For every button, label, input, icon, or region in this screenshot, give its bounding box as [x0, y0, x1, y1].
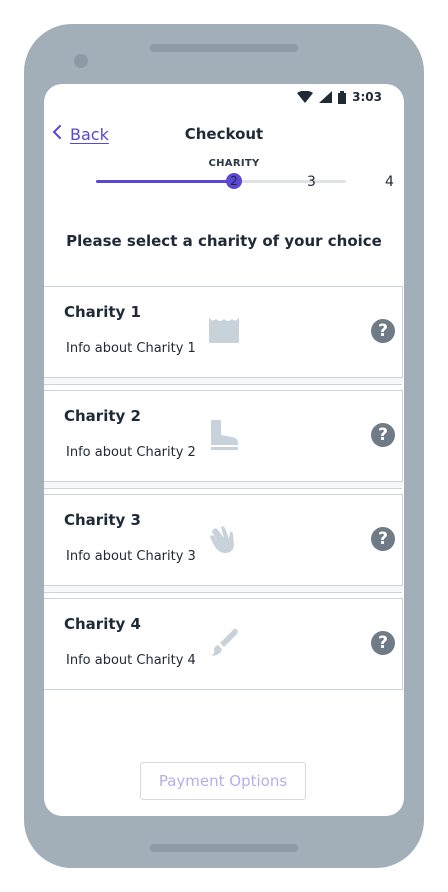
- clapping-hands-icon: [208, 523, 240, 555]
- status-bar: 3:03: [297, 90, 382, 104]
- paintbrush-icon: [208, 627, 240, 659]
- charity-name: Charity 4: [64, 615, 141, 633]
- current-step-number: 2: [230, 174, 238, 188]
- wifi-icon: [297, 91, 314, 103]
- help-button[interactable]: ?: [371, 631, 395, 655]
- help-button[interactable]: ?: [371, 527, 395, 551]
- current-step-caption: CHARITY: [208, 158, 260, 169]
- phone-home-bar: [150, 844, 298, 852]
- charity-name: Charity 2: [64, 407, 141, 425]
- charity-card-4[interactable]: Charity 4 Info about Charity 4 ?: [44, 598, 403, 690]
- help-button[interactable]: ?: [371, 319, 395, 343]
- charity-card-1[interactable]: Charity 1 Info about Charity 1 ?: [44, 286, 403, 385]
- screen: 3:03 Back Checkout CHARITY 2 3 4 Please …: [44, 84, 404, 816]
- charity-info: Info about Charity 1: [66, 341, 196, 356]
- selection-prompt: Please select a charity of your choice: [66, 232, 382, 250]
- charity-card-2[interactable]: Charity 2 Info about Charity 2 ?: [44, 390, 403, 489]
- payment-options-button[interactable]: Payment Options: [140, 762, 306, 800]
- progress-stepper: CHARITY 2 3 4: [96, 156, 394, 192]
- stepper-progress-fill: [96, 180, 233, 183]
- charity-info: Info about Charity 4: [66, 653, 196, 668]
- status-time: 3:03: [352, 90, 382, 104]
- water-icon: [208, 315, 240, 347]
- step-4: 4: [385, 174, 394, 190]
- charity-info: Info about Charity 3: [66, 549, 196, 564]
- current-step-indicator: 2: [226, 173, 242, 189]
- phone-camera: [74, 54, 88, 68]
- charity-name: Charity 3: [64, 511, 141, 529]
- charity-card-3[interactable]: Charity 3 Info about Charity 3 ?: [44, 494, 403, 593]
- phone-speaker: [150, 44, 298, 52]
- help-button[interactable]: ?: [371, 423, 395, 447]
- phone-frame: 3:03 Back Checkout CHARITY 2 3 4 Please …: [24, 24, 424, 868]
- step-3: 3: [307, 174, 316, 190]
- boot-icon: [208, 419, 240, 451]
- header: Back Checkout: [44, 120, 404, 150]
- battery-icon: [338, 90, 347, 104]
- charity-name: Charity 1: [64, 303, 141, 321]
- charity-info: Info about Charity 2: [66, 445, 196, 460]
- signal-icon: [319, 91, 333, 103]
- page-title: Checkout: [184, 125, 264, 143]
